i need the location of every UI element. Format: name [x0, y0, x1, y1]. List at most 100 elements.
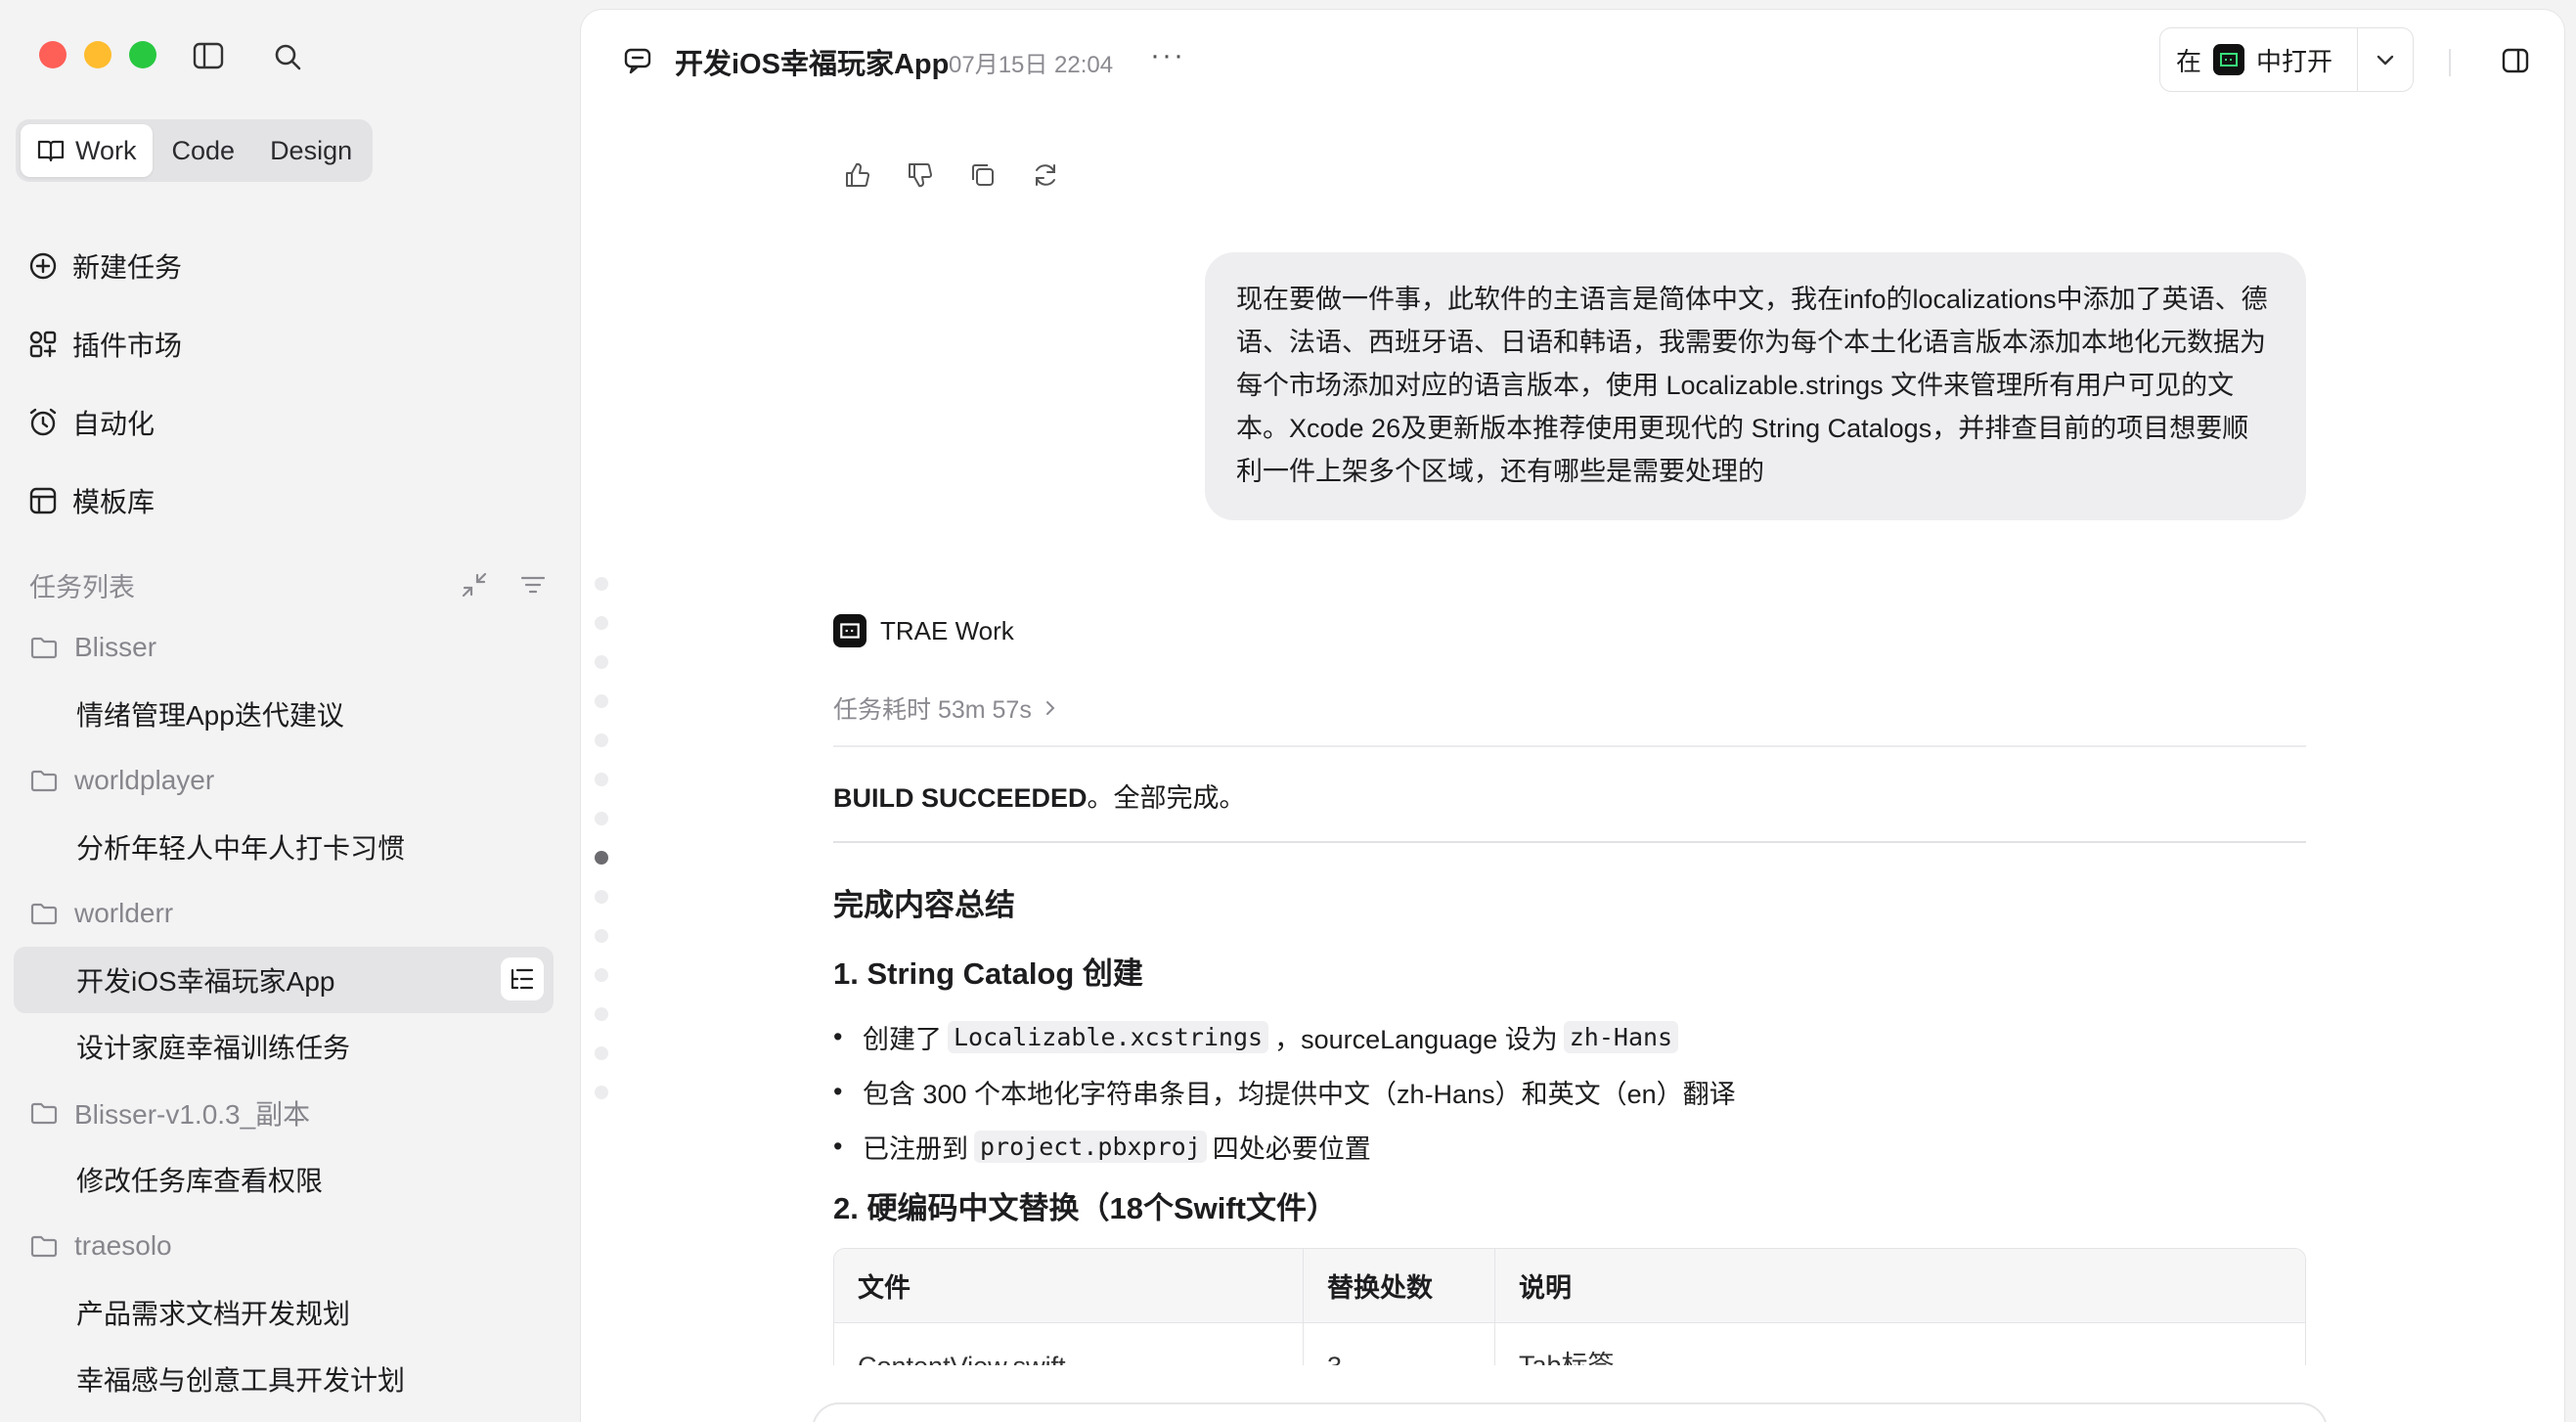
collapse-icon[interactable] — [460, 570, 489, 600]
bullet-text: ，sourceLanguage 设为 — [1274, 1024, 1558, 1054]
nav-template-library-label: 模板库 — [72, 487, 155, 517]
task-duration[interactable]: 任务耗时 53m 57s — [833, 690, 1059, 726]
table-header-cell: 文件 — [834, 1249, 1304, 1322]
task-item[interactable]: 设计家庭幸福训练任务 — [14, 1013, 554, 1080]
tab-code[interactable]: Code — [156, 124, 251, 177]
progress-dot[interactable] — [595, 1046, 608, 1060]
message-composer[interactable] — [812, 1402, 2328, 1422]
folder-traesolo[interactable]: traesolo — [14, 1213, 554, 1279]
trae-logo-icon — [2213, 44, 2245, 75]
filter-icon[interactable] — [518, 570, 548, 600]
folder-icon — [30, 1235, 58, 1258]
progress-dot[interactable] — [595, 1007, 608, 1021]
tab-code-label: Code — [171, 135, 236, 165]
folder-blisser[interactable]: Blisser — [14, 614, 554, 681]
main-panel: 开发iOS幸福玩家App 07月15日 22:04 ··· 在 中打开 现在要做… — [581, 10, 2564, 1422]
nav-automation-label: 自动化 — [72, 409, 155, 439]
bullet-list: • 创建了 Localizable.xcstrings ，sourceLangu… — [833, 1009, 2300, 1174]
task-item[interactable]: 修改任务库查看权限 — [14, 1146, 554, 1213]
mode-tabs: Work Code Design — [16, 119, 374, 182]
user-message: 现在要做一件事，此软件的主语言是简体中文，我在info的localization… — [1205, 252, 2306, 520]
nav-plugin-market[interactable]: 插件市场 — [27, 305, 555, 383]
progress-dot[interactable] — [595, 616, 608, 630]
progress-dot[interactable] — [595, 812, 608, 825]
task-label: 情绪管理App迭代建议 — [76, 700, 344, 731]
sidebar: Work Code Design 新建任务 插件市场 自动化 模板库 任务列表 … — [0, 0, 581, 1422]
nav-new-task-label: 新建任务 — [72, 252, 183, 283]
more-button[interactable]: ··· — [1150, 39, 1185, 72]
task-label: 开发iOS幸福玩家App — [76, 966, 335, 997]
task-item[interactable]: 分析年轻人中年人打卡习惯 — [14, 814, 554, 880]
sidebar-nav: 新建任务 插件市场 自动化 模板库 — [27, 227, 555, 540]
folder-icon — [30, 1102, 58, 1125]
folder-label: traesolo — [74, 1230, 172, 1261]
task-list-title: 任务列表 — [29, 572, 135, 602]
trae-agent-icon — [833, 614, 866, 647]
plugins-icon — [29, 331, 57, 358]
folder-icon — [30, 903, 58, 925]
thumbs-up-icon[interactable] — [843, 160, 872, 190]
conversation-progress — [595, 577, 614, 1125]
folder-blisser-copy[interactable]: Blisser-v1.0.3_副本 — [14, 1080, 554, 1146]
inline-code: Localizable.xcstrings — [948, 1020, 1269, 1053]
progress-dot[interactable] — [595, 1086, 608, 1099]
list-item: • 包含 300 个本地化字符串条目，均提供中文（zh-Hans）和英文（en）… — [833, 1064, 2300, 1119]
plus-circle-icon — [29, 252, 57, 280]
progress-dot[interactable] — [595, 694, 608, 708]
progress-dot[interactable] — [595, 733, 608, 747]
inline-code: zh-Hans — [1563, 1020, 1679, 1053]
thumbs-down-icon[interactable] — [906, 160, 935, 190]
top-bar: 开发iOS幸福玩家App 07月15日 22:04 ··· 在 中打开 — [581, 10, 2564, 108]
task-item-selected[interactable]: 开发iOS幸福玩家App — [14, 947, 554, 1013]
section-heading: 2. 硬编码中文替换（18个Swift文件） — [833, 1191, 1337, 1225]
folder-icon — [30, 770, 58, 792]
progress-dot[interactable] — [595, 929, 608, 943]
task-label: 设计家庭幸福训练任务 — [76, 1033, 351, 1063]
sidebar-toggle-icon[interactable] — [192, 41, 225, 70]
folder-worldplayer[interactable]: worldplayer — [14, 747, 554, 814]
progress-dot-active[interactable] — [595, 851, 608, 865]
folder-label: Blisser — [74, 632, 157, 662]
task-item[interactable]: 产品需求文档开发规划 — [14, 1279, 554, 1346]
refresh-icon[interactable] — [1031, 160, 1060, 190]
open-in-button[interactable]: 在 中打开 — [2160, 28, 2348, 91]
task-label: 幸福感与创意工具开发计划 — [76, 1365, 406, 1396]
alarm-clock-icon — [29, 408, 57, 436]
progress-dot[interactable] — [595, 773, 608, 786]
right-panel-toggle-icon[interactable] — [2500, 45, 2531, 76]
chevron-right-icon — [1045, 701, 1055, 715]
minimize-window-button[interactable] — [84, 41, 111, 68]
progress-dot[interactable] — [595, 890, 608, 904]
progress-dot[interactable] — [595, 655, 608, 669]
open-in-prefix: 在 — [2176, 46, 2202, 76]
close-window-button[interactable] — [39, 41, 67, 68]
search-icon[interactable] — [272, 41, 303, 72]
progress-dot[interactable] — [595, 577, 608, 591]
nav-automation[interactable]: 自动化 — [27, 383, 555, 462]
task-item[interactable]: 情绪管理App迭代建议 — [14, 681, 554, 747]
nav-template-library[interactable]: 模板库 — [27, 462, 555, 540]
zoom-window-button[interactable] — [129, 41, 156, 68]
nav-new-task[interactable]: 新建任务 — [27, 227, 555, 305]
bullet-text: 包含 300 个本地化字符串条目，均提供中文（zh-Hans）和英文（en）翻译 — [863, 1079, 1736, 1109]
message-actions — [843, 160, 1060, 190]
bullet-text: 已注册到 — [863, 1133, 968, 1164]
task-item[interactable]: 幸福感与创意工具开发计划 — [14, 1346, 554, 1412]
folder-label: worldplayer — [74, 765, 215, 795]
folder-worlderr[interactable]: worlderr — [14, 880, 554, 947]
list-item: • 创建了 Localizable.xcstrings ，sourceLangu… — [833, 1009, 2300, 1064]
task-label: 产品需求文档开发规划 — [76, 1299, 351, 1329]
open-in-dropdown[interactable] — [2358, 48, 2413, 71]
timestamp: 07月15日 22:04 — [949, 52, 1114, 78]
open-in-suffix: 中打开 — [2256, 46, 2333, 76]
progress-dot[interactable] — [595, 968, 608, 982]
book-icon — [37, 140, 65, 162]
template-icon — [29, 487, 57, 514]
task-outline-button[interactable] — [501, 957, 544, 1000]
copy-icon[interactable] — [968, 160, 998, 190]
tab-work[interactable]: Work — [21, 124, 153, 177]
build-status-strong: BUILD SUCCEEDED — [833, 783, 1088, 813]
task-duration-label: 任务耗时 53m 57s — [833, 696, 1032, 724]
agent-name: TRAE Work — [880, 615, 1014, 645]
tab-design[interactable]: Design — [254, 124, 368, 177]
